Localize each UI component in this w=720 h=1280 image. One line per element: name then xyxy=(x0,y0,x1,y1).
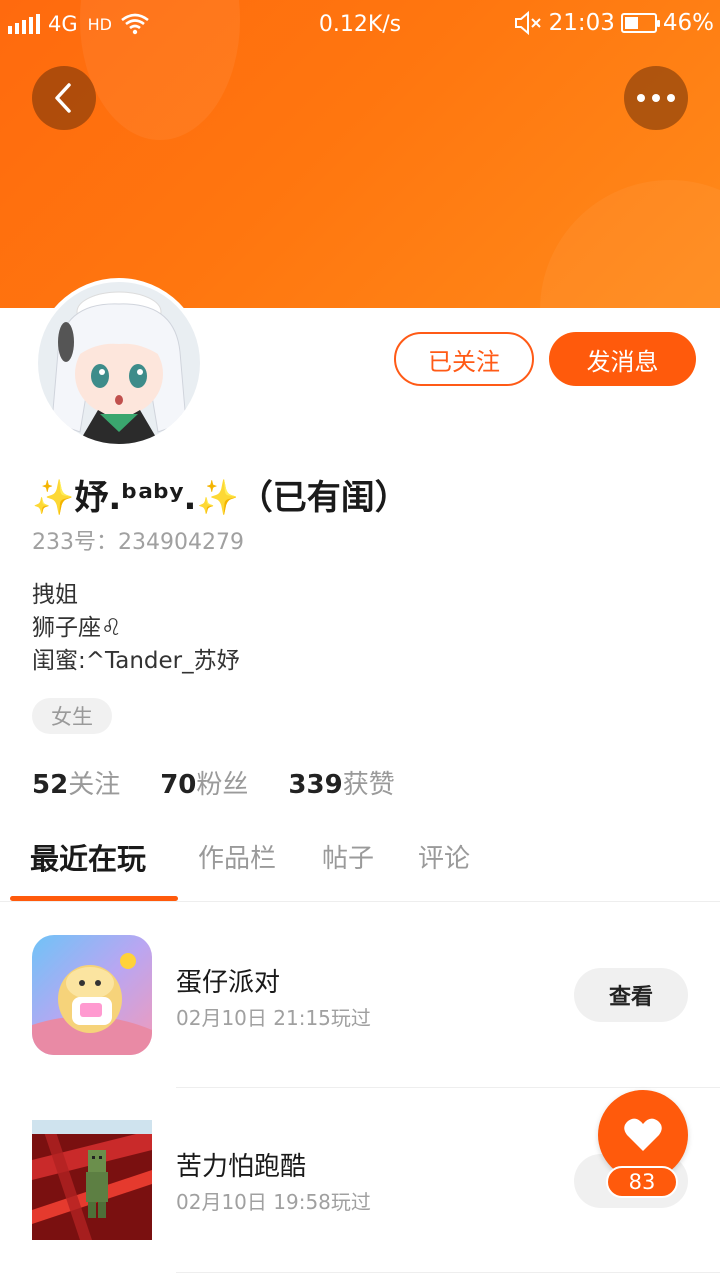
more-dots-icon xyxy=(637,94,675,102)
tab-comments[interactable]: 评论 xyxy=(418,838,470,875)
gender-tag: 女生 xyxy=(32,698,112,734)
heart-icon xyxy=(624,1118,662,1151)
tab-posts[interactable]: 帖子 xyxy=(322,838,374,875)
status-right: 21:03 46% xyxy=(513,10,714,36)
send-message-button[interactable]: 发消息 xyxy=(549,332,696,386)
game-name: 蛋仔派对 xyxy=(176,968,281,998)
active-tab-indicator xyxy=(10,896,178,901)
bio-line: 闺蜜:^Tander_苏妤 xyxy=(32,648,240,674)
stat-number: 339 xyxy=(288,770,343,800)
avatar[interactable] xyxy=(34,278,204,448)
bio-line: 狮子座♌ xyxy=(32,615,122,641)
list-divider xyxy=(176,1272,720,1273)
stat-following[interactable]: 52关注 xyxy=(32,764,120,801)
view-game-button[interactable]: 查看 xyxy=(574,968,688,1022)
tab-works[interactable]: 作品栏 xyxy=(198,838,276,875)
game-icon xyxy=(32,1120,152,1240)
stat-label: 粉丝 xyxy=(196,770,249,800)
more-button[interactable] xyxy=(624,66,688,130)
status-bar: 4G HD 0.12K/s 21:03 46% xyxy=(0,0,720,50)
game-played-time: 02月10日 19:58玩过 xyxy=(176,1190,371,1214)
stat-label: 关注 xyxy=(68,770,121,800)
battery-percent: 46% xyxy=(662,10,714,36)
stat-label: 获赞 xyxy=(342,770,395,800)
list-item[interactable]: 蛋仔派对 02月10日 21:15玩过 查看 xyxy=(0,904,720,1088)
bio-line: 拽姐 xyxy=(32,582,78,608)
profile-tabs: 最近在玩 作品栏 帖子 评论 xyxy=(0,830,720,902)
game-name: 苦力怕跑酷 xyxy=(176,1152,307,1182)
profile-stats: 52关注 70粉丝 339获赞 xyxy=(32,764,395,801)
clock: 21:03 xyxy=(548,10,615,36)
followed-button[interactable]: 已关注 xyxy=(394,332,534,386)
username: ✨妤.ᵇᵃᵇʸ.✨（已有闺） xyxy=(32,478,409,518)
chevron-left-icon xyxy=(55,83,71,113)
banner-decoration xyxy=(540,180,720,308)
stat-likes[interactable]: 339获赞 xyxy=(288,764,394,801)
tab-recently-played[interactable]: 最近在玩 xyxy=(30,836,146,878)
stat-fans[interactable]: 70粉丝 xyxy=(160,764,248,801)
stat-number: 52 xyxy=(32,770,69,800)
bio: 拽姐 狮子座♌ 闺蜜:^Tander_苏妤 xyxy=(32,579,240,678)
stat-number: 70 xyxy=(160,770,197,800)
game-icon xyxy=(32,935,152,1055)
mute-icon xyxy=(514,10,541,36)
avatar-image xyxy=(38,282,200,444)
user-id: 233号：234904279 xyxy=(32,530,244,555)
battery-icon xyxy=(620,13,660,33)
game-played-time: 02月10日 21:15玩过 xyxy=(176,1006,371,1030)
back-button[interactable] xyxy=(32,66,96,130)
like-count: 83 xyxy=(606,1166,678,1198)
